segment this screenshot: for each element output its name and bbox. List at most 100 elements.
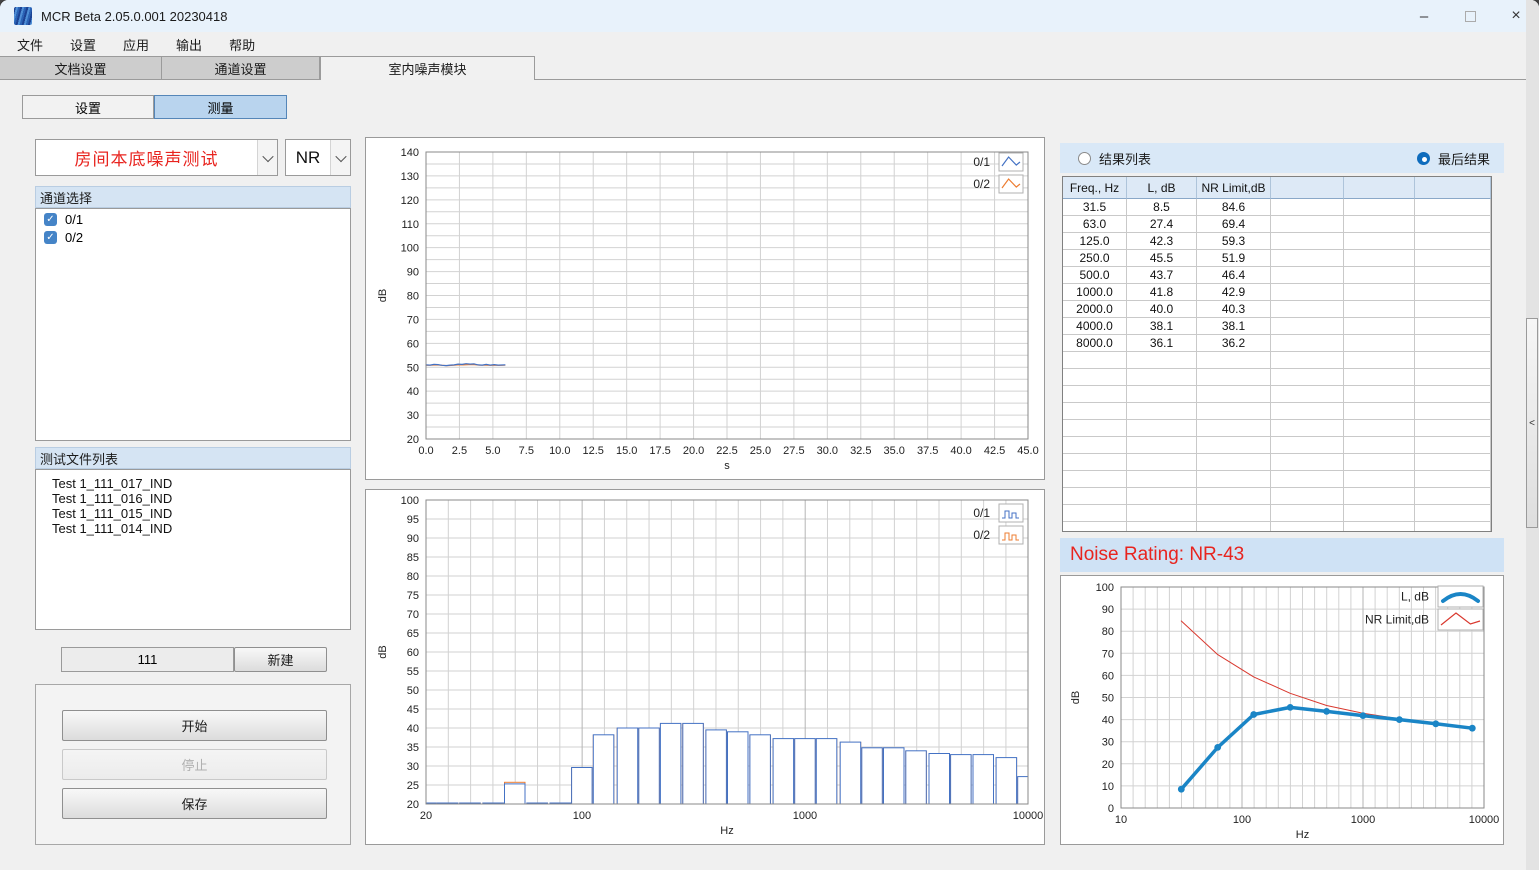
table-cell (1197, 420, 1271, 437)
file-name-input[interactable] (61, 647, 234, 672)
svg-text:0.0: 0.0 (418, 445, 433, 457)
checkbox-icon[interactable]: ✓ (44, 213, 57, 226)
table-cell (1271, 522, 1344, 532)
table-cell: 43.7 (1127, 267, 1197, 284)
checkbox-icon[interactable]: ✓ (44, 231, 57, 244)
spectrum-chart: 2025303540455055606570758085909510020100… (366, 490, 1044, 849)
collapse-panel-handle[interactable]: < (1526, 318, 1538, 528)
table-cell (1415, 335, 1491, 352)
table-cell (1127, 522, 1197, 532)
test-file-list: Test 1_111_017_INDTest 1_111_016_INDTest… (35, 469, 351, 630)
table-row-empty (1063, 437, 1491, 454)
table-cell: 45.5 (1127, 250, 1197, 267)
table-cell (1344, 437, 1415, 454)
table-cell: 8000.0 (1063, 335, 1127, 352)
file-item-0[interactable]: Test 1_111_017_IND (36, 476, 350, 491)
rating-type-combo[interactable]: NR (285, 139, 351, 176)
svg-text:20: 20 (407, 799, 419, 811)
menu-item-3[interactable]: 输出 (169, 33, 209, 56)
stop-button[interactable]: 停止 (62, 749, 327, 780)
table-cell (1063, 454, 1127, 471)
menu-item-4[interactable]: 帮助 (222, 33, 262, 56)
table-cell (1271, 488, 1344, 505)
menu-item-0[interactable]: 文件 (10, 33, 50, 56)
stop-button-label: 停止 (181, 755, 207, 774)
table-row-2: 125.042.359.3 (1063, 233, 1491, 250)
table-cell: 46.4 (1197, 267, 1271, 284)
table-cell (1415, 318, 1491, 335)
table-cell (1344, 403, 1415, 420)
svg-text:40: 40 (407, 723, 419, 735)
svg-text:2.5: 2.5 (452, 445, 467, 457)
table-row-8: 8000.036.136.2 (1063, 335, 1491, 352)
tab-1[interactable]: 通道设置 (162, 56, 320, 79)
file-item-1[interactable]: Test 1_111_016_IND (36, 491, 350, 506)
table-cell (1344, 420, 1415, 437)
svg-text:25: 25 (407, 780, 419, 792)
svg-text:40: 40 (407, 386, 419, 398)
channel-item-0/1[interactable]: ✓0/1 (36, 209, 350, 227)
table-cell (1415, 284, 1491, 301)
noise-rating-banner: Noise Rating: NR-43 (1060, 538, 1504, 572)
table-cell (1271, 352, 1344, 369)
table-cell (1271, 318, 1344, 335)
svg-text:NR Limit,dB: NR Limit,dB (1365, 613, 1429, 627)
svg-text:0/1: 0/1 (973, 155, 990, 169)
table-cell: 250.0 (1063, 250, 1127, 267)
start-button[interactable]: 开始 (62, 710, 327, 741)
svg-text:37.5: 37.5 (917, 445, 938, 457)
svg-text:80: 80 (407, 571, 419, 583)
svg-text:12.5: 12.5 (583, 445, 604, 457)
minimize-button[interactable]: – (1401, 0, 1447, 32)
table-cell (1271, 250, 1344, 267)
table-cell: 51.9 (1197, 250, 1271, 267)
table-cell (1063, 420, 1127, 437)
table-cell (1197, 369, 1271, 386)
table-cell (1415, 369, 1491, 386)
table-row-empty (1063, 352, 1491, 369)
radio-results-list[interactable]: 结果列表 (1078, 149, 1151, 168)
table-cell: 38.1 (1127, 318, 1197, 335)
noise-rating-text: Noise Rating: NR-43 (1070, 544, 1244, 566)
table-cell: 41.8 (1127, 284, 1197, 301)
svg-text:10: 10 (1102, 781, 1114, 793)
table-cell (1415, 386, 1491, 403)
svg-text:95: 95 (407, 514, 419, 526)
spectrum-chart-panel: 2025303540455055606570758085909510020100… (365, 489, 1045, 845)
table-cell (1344, 369, 1415, 386)
tab-measure-label: 测量 (207, 98, 233, 117)
table-cell (1344, 250, 1415, 267)
channel-item-0/2[interactable]: ✓0/2 (36, 227, 350, 245)
test-type-combo[interactable]: 房间本底噪声测试 (35, 139, 278, 176)
table-cell (1344, 505, 1415, 522)
file-item-2[interactable]: Test 1_111_015_IND (36, 506, 350, 521)
result-mode-row: 结果列表 最后结果 (1060, 143, 1504, 173)
tab-settings[interactable]: 设置 (22, 95, 154, 119)
radio-results-list-label: 结果列表 (1099, 149, 1151, 168)
file-item-3[interactable]: Test 1_111_014_IND (36, 521, 350, 536)
table-row-empty (1063, 454, 1491, 471)
table-header-4 (1344, 177, 1415, 199)
table-cell (1271, 267, 1344, 284)
tab-measure[interactable]: 测量 (154, 95, 287, 119)
table-cell (1344, 216, 1415, 233)
table-header-2: NR Limit,dB (1197, 177, 1271, 199)
svg-text:55: 55 (407, 666, 419, 678)
table-cell (1197, 386, 1271, 403)
svg-text:32.5: 32.5 (850, 445, 871, 457)
save-button[interactable]: 保存 (62, 788, 327, 819)
tab-2[interactable]: 室内噪声模块 (320, 56, 535, 80)
table-cell: 125.0 (1063, 233, 1127, 250)
table-cell (1344, 335, 1415, 352)
new-button[interactable]: 新建 (234, 647, 327, 672)
radio-last-result[interactable]: 最后结果 (1417, 149, 1490, 168)
menu-item-2[interactable]: 应用 (116, 33, 156, 56)
new-button-label: 新建 (267, 650, 293, 669)
svg-text:40: 40 (1102, 715, 1114, 727)
table-cell (1197, 505, 1271, 522)
table-row-empty (1063, 522, 1491, 532)
table-cell: 84.6 (1197, 199, 1271, 216)
tab-0[interactable]: 文档设置 (0, 56, 162, 79)
menu-item-1[interactable]: 设置 (63, 33, 103, 56)
maximize-button[interactable] (1447, 0, 1493, 32)
